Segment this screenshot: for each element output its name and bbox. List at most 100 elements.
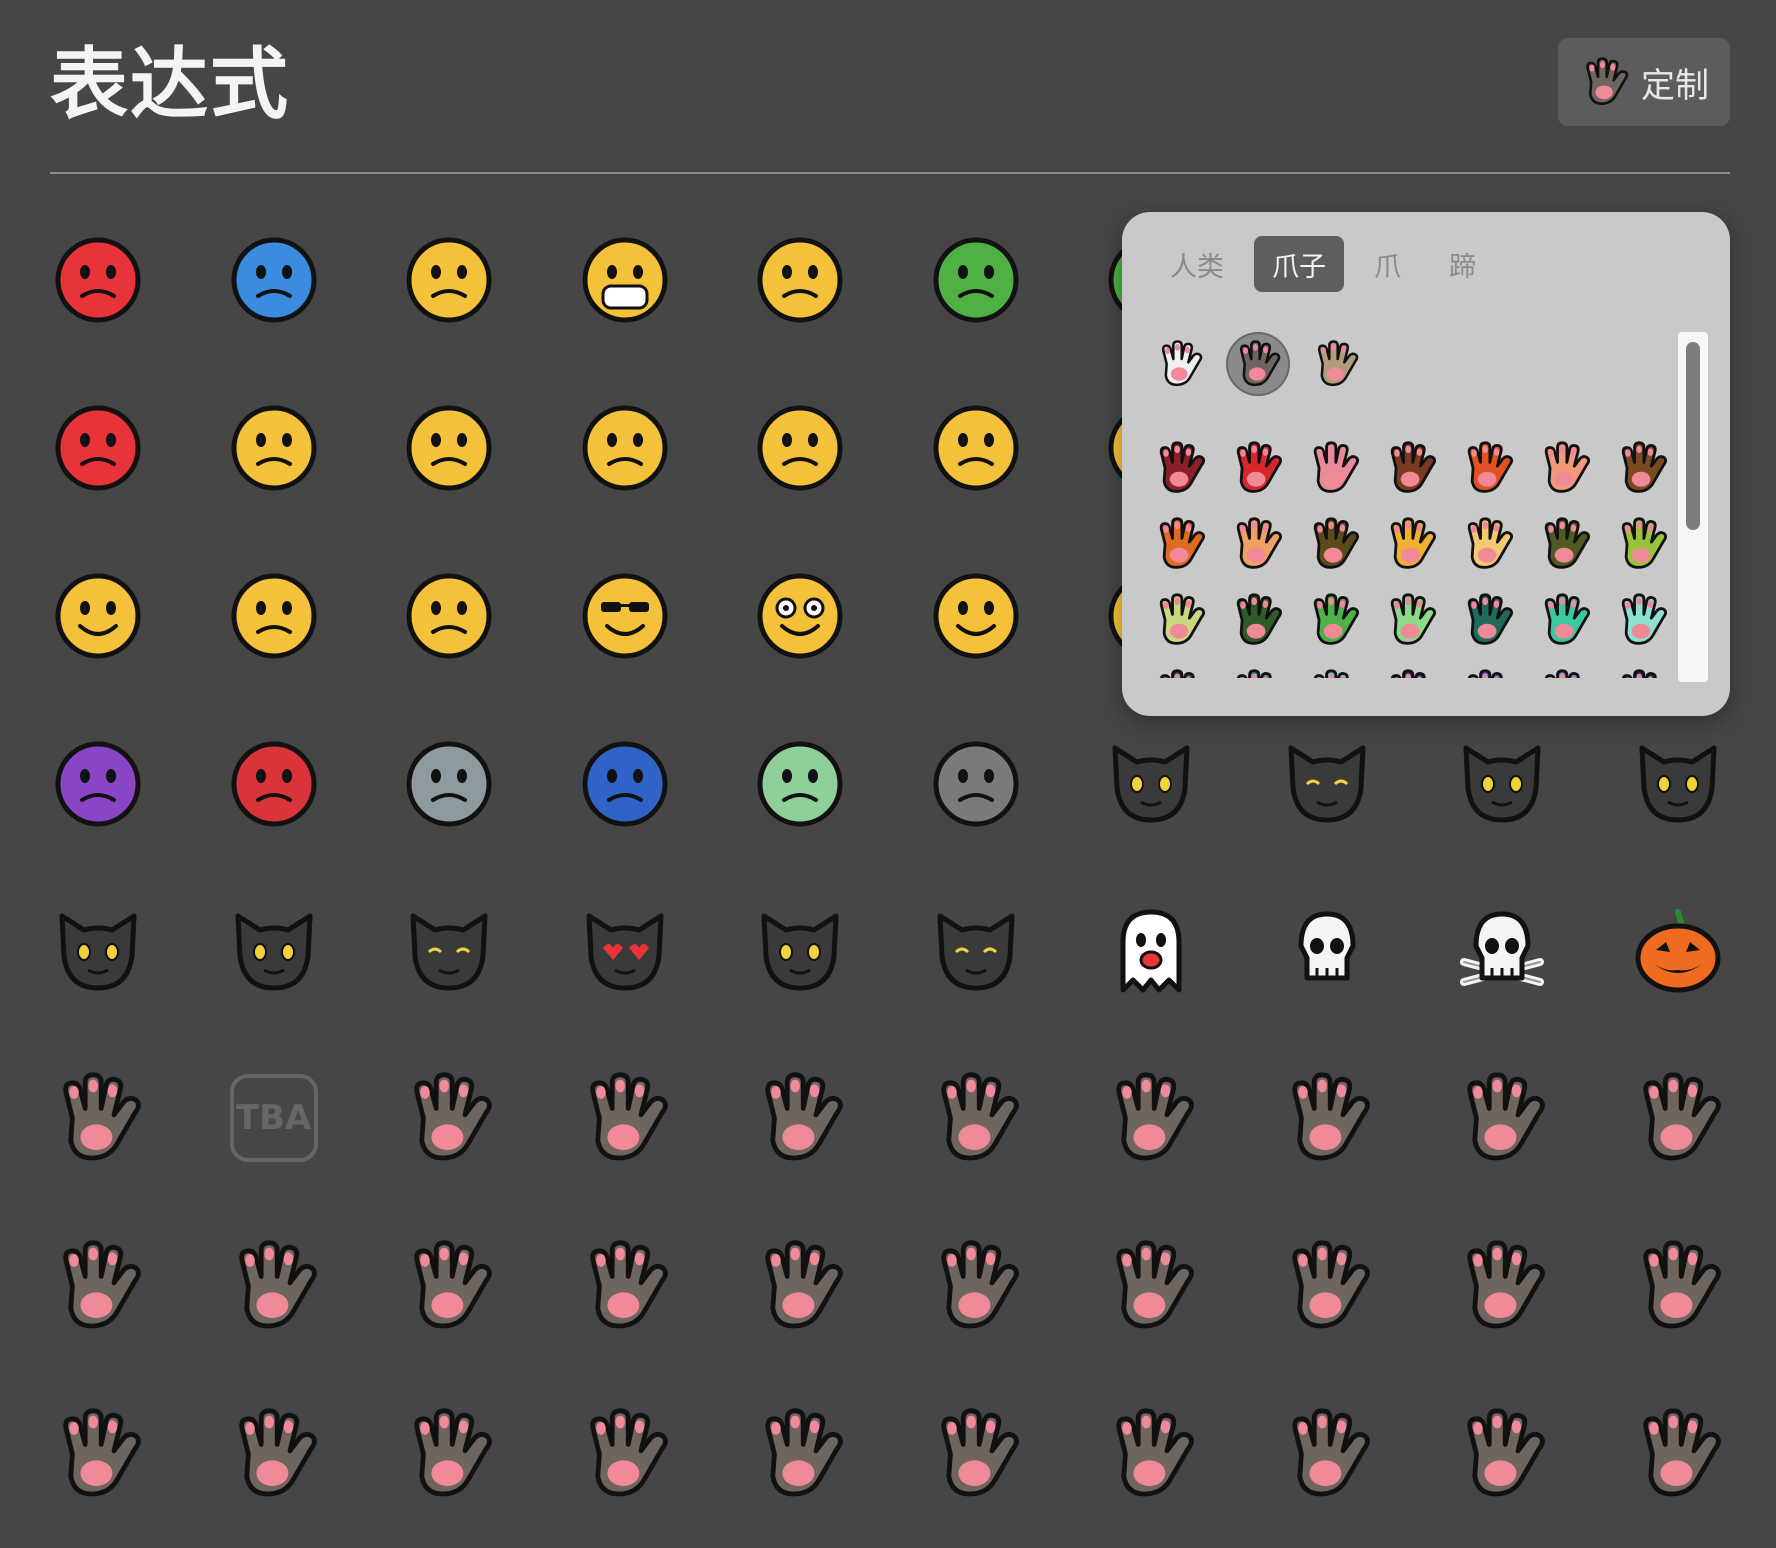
pinched-fingers-emoji[interactable]	[226, 1406, 322, 1502]
raised-fist-emoji[interactable]	[1103, 1238, 1199, 1334]
mask-face-emoji[interactable]	[577, 230, 673, 326]
color-swatch[interactable]	[1535, 514, 1595, 574]
vulcan-salute-emoji[interactable]	[1279, 1070, 1375, 1166]
crying-face-emoji[interactable]	[401, 566, 497, 662]
color-swatch[interactable]	[1535, 438, 1595, 498]
color-swatch[interactable]	[1227, 590, 1287, 650]
pointing-right-emoji[interactable]	[928, 1238, 1024, 1334]
cat-face-sweat-emoji[interactable]	[226, 902, 322, 998]
color-swatch[interactable]	[1304, 666, 1364, 678]
color-swatch[interactable]	[1227, 514, 1287, 574]
vomiting-face-emoji[interactable]	[752, 230, 848, 326]
cat-face-smirk-emoji[interactable]	[1630, 734, 1726, 830]
victory-hand-emoji[interactable]	[577, 1070, 673, 1166]
sad-sweat-face-emoji[interactable]	[401, 398, 497, 494]
color-swatch[interactable]	[1458, 438, 1518, 498]
thermometer-face-emoji[interactable]	[928, 230, 1024, 326]
ogre-face-emoji[interactable]	[226, 734, 322, 830]
pointing-down-emoji[interactable]	[577, 1238, 673, 1334]
alien-face-emoji[interactable]	[752, 734, 848, 830]
bandaged-face-emoji[interactable]	[401, 230, 497, 326]
index-pointing-up-emoji[interactable]	[401, 1238, 497, 1334]
cat-face-content-emoji[interactable]	[928, 902, 1024, 998]
pointing-left-emoji[interactable]	[752, 1238, 848, 1334]
color-swatch[interactable]	[1458, 514, 1518, 574]
love-you-hand-emoji[interactable]	[1103, 1070, 1199, 1166]
thumbs-up-emoji[interactable]	[1454, 1070, 1550, 1166]
flexed-biceps-emoji[interactable]	[1630, 1406, 1726, 1502]
angry-red-face-emoji[interactable]	[50, 398, 146, 494]
tear-face-emoji[interactable]	[226, 566, 322, 662]
cat-face-angry-emoji[interactable]	[50, 902, 146, 998]
thumbs-down-emoji[interactable]	[1630, 1070, 1726, 1166]
confused-face-emoji[interactable]	[577, 398, 673, 494]
cat-face-kiss-emoji[interactable]	[401, 902, 497, 998]
nerd-face-emoji[interactable]	[752, 566, 848, 662]
right-fist-emoji[interactable]	[1454, 1238, 1550, 1334]
color-swatch[interactable]	[1612, 666, 1672, 678]
writing-hand-emoji[interactable]	[1454, 1406, 1550, 1502]
cursing-face-emoji[interactable]	[226, 398, 322, 494]
open-hands-emoji[interactable]	[928, 1406, 1024, 1502]
cat-face-grin-emoji[interactable]	[1103, 734, 1199, 830]
sad-face-emoji[interactable]	[928, 398, 1024, 494]
tone-white-option[interactable]	[1148, 332, 1212, 396]
scrollbar[interactable]	[1678, 332, 1708, 682]
cat-face-hearts-emoji[interactable]	[577, 902, 673, 998]
paw-hand-emoji[interactable]	[50, 1070, 146, 1166]
color-swatch[interactable]	[1535, 590, 1595, 650]
block-face-emoji[interactable]	[928, 734, 1024, 830]
color-swatch[interactable]	[1612, 514, 1672, 574]
robot-face-emoji[interactable]	[401, 734, 497, 830]
call-me-hand-emoji[interactable]	[50, 1238, 146, 1334]
scrollbar-thumb[interactable]	[1686, 342, 1700, 530]
color-swatch[interactable]	[1381, 666, 1441, 678]
middle-finger-emoji[interactable]	[226, 1238, 322, 1334]
skull-crossbones-emoji[interactable]	[1454, 902, 1550, 998]
color-swatch[interactable]	[1381, 590, 1441, 650]
color-swatch[interactable]	[1535, 666, 1595, 678]
cowboy-face-emoji[interactable]	[928, 566, 1024, 662]
waving-hand-emoji[interactable]	[401, 1406, 497, 1502]
tone-tan-option[interactable]	[1304, 332, 1368, 396]
jack-o-lantern-emoji[interactable]	[1630, 902, 1726, 998]
crossed-fingers-emoji[interactable]	[752, 1070, 848, 1166]
color-swatch[interactable]	[1458, 666, 1518, 678]
left-fist-emoji[interactable]	[1279, 1238, 1375, 1334]
space-invader-emoji[interactable]	[577, 734, 673, 830]
raised-hand-emoji[interactable]	[401, 1070, 497, 1166]
tab-1[interactable]: 爪子	[1254, 236, 1344, 292]
angry-sweat-face-emoji[interactable]	[50, 230, 146, 326]
frowning-face-emoji[interactable]	[752, 398, 848, 494]
palms-up-emoji[interactable]	[1103, 1406, 1199, 1502]
color-swatch[interactable]	[1304, 514, 1364, 574]
color-swatch[interactable]	[1612, 438, 1672, 498]
folded-hands-emoji[interactable]	[1279, 1406, 1375, 1502]
ok-hand-emoji[interactable]	[50, 1406, 146, 1502]
color-swatch[interactable]	[1150, 438, 1210, 498]
color-swatch[interactable]	[1227, 438, 1287, 498]
color-swatch[interactable]	[1150, 514, 1210, 574]
color-swatch[interactable]	[1381, 438, 1441, 498]
color-swatch[interactable]	[1304, 590, 1364, 650]
oncoming-fist-emoji[interactable]	[1630, 1238, 1726, 1334]
raising-hands-emoji[interactable]	[752, 1406, 848, 1502]
color-swatch[interactable]	[1612, 590, 1672, 650]
skull-emoji[interactable]	[1279, 902, 1375, 998]
devil-face-emoji[interactable]	[50, 734, 146, 830]
freezing-face-emoji[interactable]	[226, 230, 322, 326]
color-swatch[interactable]	[1150, 590, 1210, 650]
cat-face-tears-emoji[interactable]	[1454, 734, 1550, 830]
sunglasses-face-emoji[interactable]	[577, 566, 673, 662]
cat-face-smile-emoji[interactable]	[1279, 734, 1375, 830]
index-up-emoji[interactable]	[928, 1070, 1024, 1166]
tba-cell[interactable]: TBA	[226, 1070, 322, 1166]
color-swatch[interactable]	[1381, 514, 1441, 574]
tab-2[interactable]: 爪	[1356, 236, 1419, 292]
ghost-emoji[interactable]	[1103, 902, 1199, 998]
color-swatch[interactable]	[1227, 666, 1287, 678]
tab-0[interactable]: 人类	[1152, 236, 1242, 292]
color-swatch[interactable]	[1458, 590, 1518, 650]
tone-gray-option[interactable]	[1226, 332, 1290, 396]
color-swatch[interactable]	[1150, 666, 1210, 678]
